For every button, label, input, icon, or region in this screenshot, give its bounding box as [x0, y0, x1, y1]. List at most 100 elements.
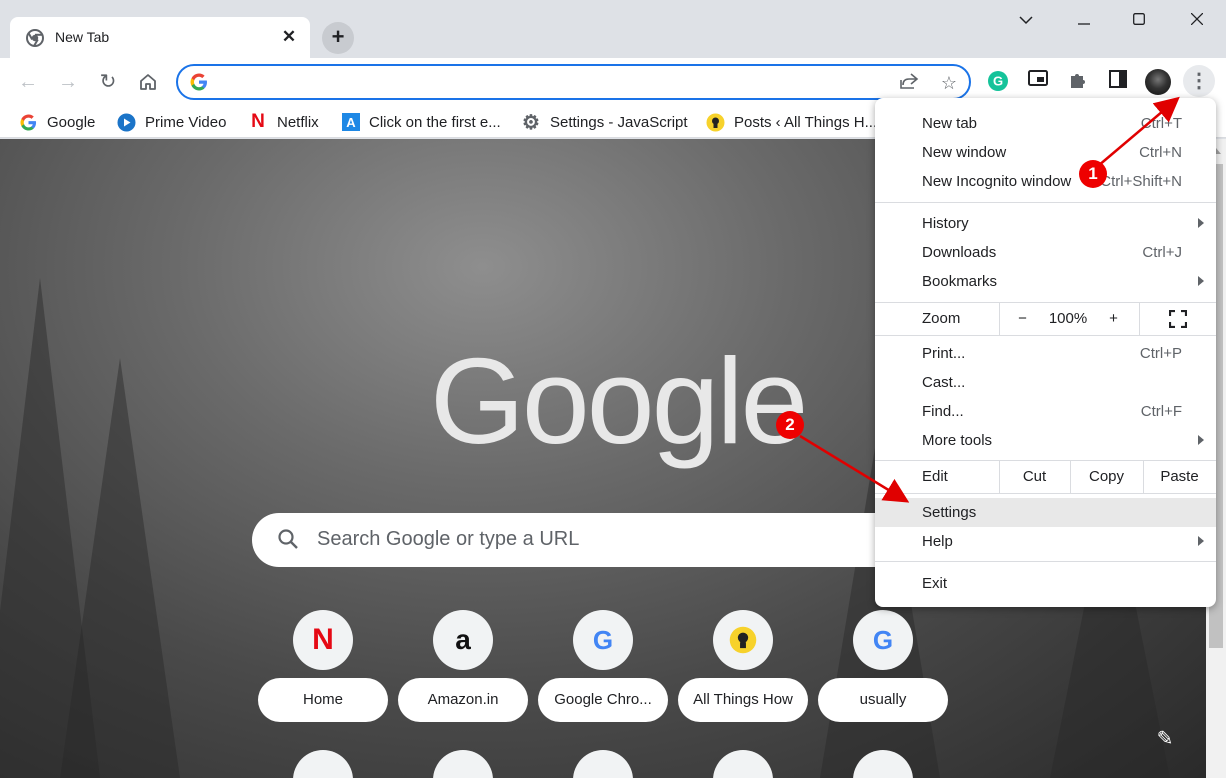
- menu-item-print[interactable]: Print... Ctrl+P: [875, 339, 1216, 368]
- submenu-arrow-icon: [1198, 276, 1204, 286]
- zoom-in-button[interactable]: +: [1090, 303, 1137, 335]
- shortcut-icon-usually[interactable]: G: [853, 610, 913, 670]
- paste-button[interactable]: Paste: [1143, 461, 1216, 493]
- menu-edit-row: Edit Cut Copy Paste: [875, 461, 1216, 493]
- shortcut-icon-all-things-how[interactable]: [713, 610, 773, 670]
- gear-icon: ⚙: [522, 111, 540, 134]
- menu-item-cast[interactable]: Cast...: [875, 368, 1216, 397]
- menu-label: Cast...: [922, 374, 966, 391]
- cut-button[interactable]: Cut: [999, 461, 1070, 493]
- bookmark-star-icon[interactable]: ☆: [938, 72, 960, 94]
- extensions-puzzle-icon[interactable]: [1066, 70, 1090, 94]
- chrome-main-menu: New tab Ctrl+T New window Ctrl+N New Inc…: [875, 98, 1216, 607]
- lightbulb-icon: [729, 626, 757, 654]
- tab-new-tab[interactable]: New Tab ✕: [10, 17, 310, 58]
- submenu-arrow-icon: [1198, 218, 1204, 228]
- annotation-badge-1: 1: [1079, 160, 1107, 188]
- menu-label: New tab: [922, 115, 978, 132]
- home-icon[interactable]: [134, 68, 162, 96]
- minimize-icon[interactable]: [1055, 4, 1113, 36]
- menu-shortcut: Ctrl+Shift+N: [1100, 173, 1182, 190]
- menu-shortcut: Ctrl+J: [1142, 244, 1182, 261]
- side-panel-icon[interactable]: [1106, 70, 1130, 94]
- menu-label: Help: [922, 533, 953, 550]
- menu-item-new-tab[interactable]: New tab Ctrl+T: [875, 109, 1216, 138]
- menu-item-downloads[interactable]: Downloads Ctrl+J: [875, 238, 1216, 267]
- menu-item-exit[interactable]: Exit: [875, 569, 1216, 598]
- menu-item-bookmarks[interactable]: Bookmarks: [875, 267, 1216, 296]
- menu-label: Settings: [922, 504, 977, 521]
- google-g-icon: G: [592, 624, 614, 655]
- customize-pencil-icon[interactable]: ✎: [1152, 726, 1178, 752]
- google-g-icon: [18, 112, 38, 132]
- search-placeholder: Search Google or type a URL: [317, 528, 580, 550]
- menu-shortcut: Ctrl+F: [1140, 403, 1182, 420]
- zoom-level: 100%: [1048, 310, 1088, 327]
- menu-label: History: [922, 215, 969, 232]
- amazon-icon: a: [455, 624, 471, 655]
- submenu-arrow-icon: [1198, 536, 1204, 546]
- zoom-label: Zoom: [922, 310, 961, 327]
- bookmark-netflix[interactable]: N Netflix: [248, 111, 319, 133]
- menu-item-history[interactable]: History: [875, 209, 1216, 238]
- profile-avatar[interactable]: [1145, 69, 1171, 95]
- back-arrow-icon[interactable]: ←: [14, 68, 42, 96]
- menu-label: New Incognito window: [922, 173, 1072, 190]
- new-tab-button[interactable]: +: [322, 22, 354, 54]
- edit-label: Edit: [922, 468, 948, 485]
- menu-item-new-window[interactable]: New window Ctrl+N: [875, 138, 1216, 167]
- menu-divider: [875, 335, 1216, 336]
- copy-button[interactable]: Copy: [1070, 461, 1143, 493]
- lightbulb-icon: [705, 112, 725, 132]
- bookmark-label: Netflix: [277, 113, 319, 131]
- shortcut-label[interactable]: Home: [258, 678, 388, 722]
- menu-item-settings[interactable]: Settings: [875, 498, 1216, 527]
- menu-item-find[interactable]: Find... Ctrl+F: [875, 397, 1216, 426]
- chrome-icon: [26, 29, 44, 47]
- shortcut-label[interactable]: Amazon.in: [398, 678, 528, 722]
- ntp-search-box[interactable]: Search Google or type a URL: [252, 513, 952, 567]
- search-icon: [278, 529, 298, 549]
- maximize-icon[interactable]: [1110, 4, 1168, 36]
- bookmark-label: Google: [47, 113, 96, 131]
- menu-divider: [875, 561, 1216, 562]
- bookmark-google[interactable]: Google: [18, 111, 95, 133]
- menu-label: Bookmarks: [922, 273, 998, 290]
- bookmark-label: Posts ‹ All Things H...: [734, 113, 878, 131]
- google-g-icon: G: [872, 624, 894, 655]
- tab-search-chevron-icon[interactable]: [997, 4, 1055, 36]
- grammarly-icon[interactable]: G: [986, 70, 1010, 94]
- bookmark-posts-all-things[interactable]: Posts ‹ All Things H...: [705, 111, 877, 133]
- menu-item-new-incognito[interactable]: New Incognito window Ctrl+Shift+N: [875, 167, 1216, 196]
- menu-item-more-tools[interactable]: More tools: [875, 426, 1216, 455]
- bookmark-label: Click on the first e...: [369, 113, 501, 131]
- shortcut-label[interactable]: Google Chro...: [538, 678, 668, 722]
- shortcut-icon-google[interactable]: G: [573, 610, 633, 670]
- menu-shortcut: Ctrl+N: [1139, 144, 1182, 161]
- reload-icon[interactable]: ↻: [94, 68, 122, 96]
- shortcut-icon-amazon[interactable]: a: [433, 610, 493, 670]
- bookmark-settings-javascript[interactable]: ⚙ Settings - JavaScript: [521, 111, 688, 134]
- shortcut-icon-netflix[interactable]: N: [293, 610, 353, 670]
- menu-item-help[interactable]: Help: [875, 527, 1216, 556]
- forward-arrow-icon[interactable]: →: [54, 68, 82, 96]
- bookmark-click-on-first[interactable]: A Click on the first e...: [342, 111, 501, 133]
- annotation-badge-2: 2: [776, 411, 804, 439]
- google-g-icon: [190, 73, 207, 91]
- netflix-icon: N: [312, 623, 334, 656]
- customize-menu-kebab-icon[interactable]: ⋮: [1183, 65, 1215, 97]
- address-bar[interactable]: ☆: [176, 64, 971, 100]
- window-close-icon[interactable]: [1168, 4, 1226, 36]
- zoom-out-button[interactable]: −: [999, 303, 1046, 335]
- menu-label: Exit: [922, 575, 948, 592]
- tab-close-icon[interactable]: ✕: [278, 26, 300, 48]
- bookmark-label: Prime Video: [145, 113, 227, 131]
- shortcut-label[interactable]: usually: [818, 678, 948, 722]
- menu-divider: [875, 493, 1216, 494]
- share-icon[interactable]: [898, 72, 920, 94]
- bookmark-prime-video[interactable]: Prime Video: [116, 111, 226, 133]
- picture-in-picture-icon[interactable]: [1026, 70, 1050, 94]
- menu-label: More tools: [922, 432, 993, 449]
- shortcut-label[interactable]: All Things How: [678, 678, 808, 722]
- fullscreen-icon[interactable]: [1139, 303, 1216, 335]
